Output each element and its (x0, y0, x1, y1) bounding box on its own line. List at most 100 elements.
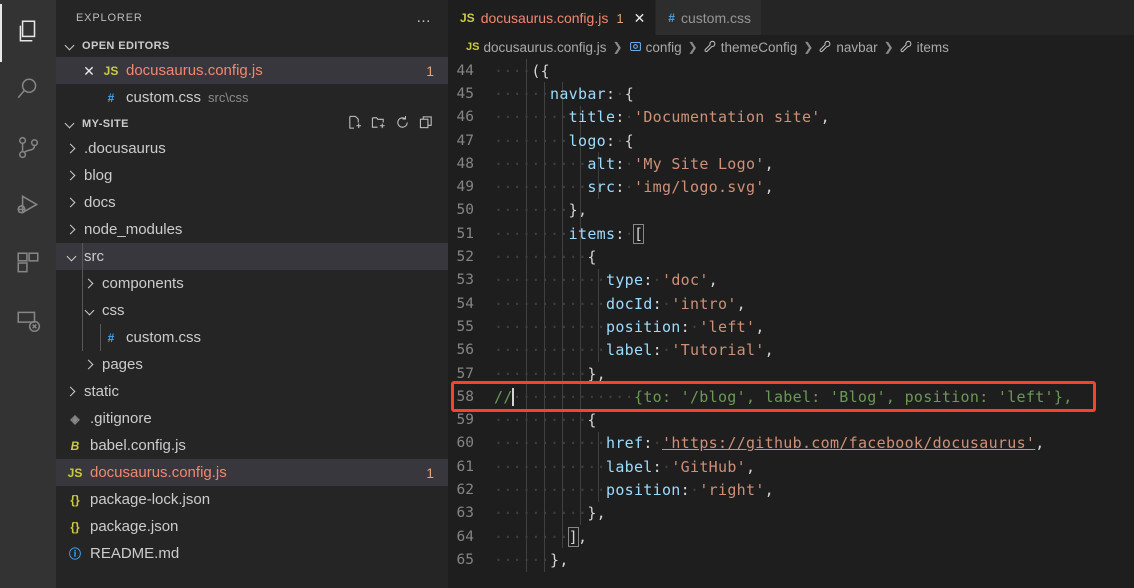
code-line[interactable]: 46 ········title:·'Documentation site', (448, 106, 1134, 129)
code-line[interactable]: 50 ········}, (448, 199, 1134, 222)
code-editor[interactable]: 44 ····({45 ······navbar:·{46 ········title… (448, 59, 1134, 588)
file-type-icon: # (107, 90, 115, 105)
code-line[interactable]: 48 ··········alt:·'My Site Logo', (448, 152, 1134, 175)
editor-tab[interactable]: JS docusaurus.config.js 1 ✕ (448, 0, 657, 35)
line-number: 58 (456, 388, 474, 405)
tree-file-item[interactable]: ⓘ README.md (56, 540, 448, 567)
tree-item-label: package-lock.json (90, 491, 211, 508)
line-number: 63 (456, 505, 474, 522)
breadcrumb-item[interactable]: JS docusaurus.config.js (466, 40, 607, 55)
line-content: ··········}, (494, 504, 606, 523)
activity-run-debug[interactable] (0, 178, 56, 236)
tree-folder-item[interactable]: node_modules (56, 216, 448, 243)
tree-folder-item[interactable]: pages (56, 351, 448, 378)
more-actions-icon[interactable]: … (416, 10, 432, 25)
property-icon (900, 40, 913, 54)
code-line[interactable]: 56 ············label:·'Tutorial', (448, 339, 1134, 362)
editor-tab-bar: JS docusaurus.config.js 1 ✕ # custom.css (448, 0, 1134, 35)
code-line[interactable]: 59 ··········{ (448, 408, 1134, 431)
open-editor-item[interactable]: # custom.css src\css (56, 84, 448, 111)
open-editor-item[interactable]: ✕ JS docusaurus.config.js 1 (56, 57, 448, 84)
line-number: 60 (456, 435, 474, 452)
property-icon (819, 40, 832, 54)
explorer-title-bar: EXPLORER … (56, 0, 448, 35)
activity-source-control[interactable] (0, 120, 56, 178)
bracket-match: [ (632, 223, 645, 244)
new-folder-icon[interactable] (371, 115, 386, 133)
breadcrumb-item[interactable]: items (900, 40, 949, 55)
activity-extensions[interactable] (0, 236, 56, 294)
line-number: 48 (456, 155, 474, 172)
property-icon (704, 40, 717, 54)
code-line[interactable]: 61 ············label:·'GitHub', (448, 455, 1134, 478)
tree-folder-item[interactable]: blog (56, 162, 448, 189)
breadcrumb-label: config (645, 39, 682, 55)
file-type-icon: {} (70, 492, 80, 507)
project-section-header[interactable]: MY-SITE (56, 113, 448, 135)
code-line[interactable]: 62 ············position:·'right', (448, 478, 1134, 501)
chevron-right-icon (82, 276, 98, 292)
tree-folder-item[interactable]: static (56, 378, 448, 405)
file-type-icon: JS (67, 465, 83, 480)
line-number: 64 (456, 528, 474, 545)
open-editors-section-header[interactable]: OPEN EDITORS (56, 35, 448, 57)
project-file-tree: .docusaurus blog docs node_modules src compon… (56, 135, 448, 567)
error-badge: 1 (426, 62, 434, 79)
breadcrumb-item[interactable]: themeConfig (704, 39, 798, 55)
collapse-all-icon[interactable] (419, 115, 434, 133)
code-line[interactable]: 47 ········logo:·{ (448, 129, 1134, 152)
code-line[interactable]: 53 ············type:·'doc', (448, 269, 1134, 292)
line-content: ········title:·'Documentation site', (494, 108, 830, 127)
line-content: ············position:·'left', (494, 317, 765, 336)
code-line[interactable]: 63 ··········}, (448, 502, 1134, 525)
code-line[interactable]: 54 ············docId:·'intro', (448, 292, 1134, 315)
line-number: 47 (456, 132, 474, 149)
activity-bar (0, 0, 56, 588)
tree-folder-item[interactable]: .docusaurus (56, 135, 448, 162)
files-icon (15, 18, 41, 49)
tree-item-label: blog (84, 167, 113, 184)
tree-file-item[interactable]: ◈ .gitignore (56, 405, 448, 432)
code-line[interactable]: 51 ········items:·[ (448, 222, 1134, 245)
activity-search[interactable] (0, 62, 56, 120)
code-line[interactable]: 45 ······navbar:·{ (448, 82, 1134, 105)
code-line[interactable]: 64 ········], (448, 525, 1134, 548)
breadcrumb-label: themeConfig (720, 39, 798, 55)
code-line[interactable]: 58 //·············{to: '/blog', label: 'B… (448, 385, 1134, 408)
tree-folder-item[interactable]: css (56, 297, 448, 324)
tree-item-label: docs (84, 194, 116, 211)
tree-folder-item[interactable]: src (56, 243, 448, 270)
tree-folder-item[interactable]: docs (56, 189, 448, 216)
line-content: ········items:·[ (494, 223, 645, 244)
tree-folder-item[interactable]: components (56, 270, 448, 297)
breadcrumb-item[interactable]: config (629, 40, 682, 55)
activity-explorer[interactable] (0, 4, 56, 62)
tree-file-item[interactable]: {} package-lock.json (56, 486, 448, 513)
tree-file-item[interactable]: JS docusaurus.config.js 1 (56, 459, 448, 486)
code-line[interactable]: 60 ············href:·'https://github.com/… (448, 432, 1134, 455)
tree-indent-guide (82, 243, 83, 351)
tree-file-item[interactable]: # custom.css (56, 324, 448, 351)
line-number: 62 (456, 481, 474, 498)
code-line[interactable]: 52 ··········{ (448, 245, 1134, 268)
breadcrumb-separator: ❯ (803, 40, 814, 54)
tree-file-item[interactable]: {} package.json (56, 513, 448, 540)
tree-indent-guide (100, 324, 101, 351)
editor-tab[interactable]: # custom.css (656, 0, 762, 35)
breadcrumb-item[interactable]: navbar (819, 40, 878, 55)
code-line[interactable]: 65 ······}, (448, 548, 1134, 571)
new-file-icon[interactable] (347, 115, 362, 133)
refresh-icon[interactable] (395, 115, 410, 133)
line-content: ············position:·'right', (494, 480, 774, 499)
line-content: ······}, (494, 550, 569, 569)
close-icon[interactable]: ✕ (634, 11, 646, 25)
tree-file-item[interactable]: Bbabel.config.js (56, 432, 448, 459)
code-line[interactable]: 49 ··········src:·'img/logo.svg', (448, 175, 1134, 198)
close-icon[interactable]: ✕ (78, 64, 100, 78)
code-line[interactable]: 44 ····({ (448, 59, 1134, 82)
file-type-icon: # (107, 330, 115, 345)
breadcrumb-separator: ❯ (612, 40, 623, 54)
activity-remote-explorer[interactable] (0, 294, 56, 352)
code-line[interactable]: 57 ··········}, (448, 362, 1134, 385)
code-line[interactable]: 55 ············position:·'left', (448, 315, 1134, 338)
